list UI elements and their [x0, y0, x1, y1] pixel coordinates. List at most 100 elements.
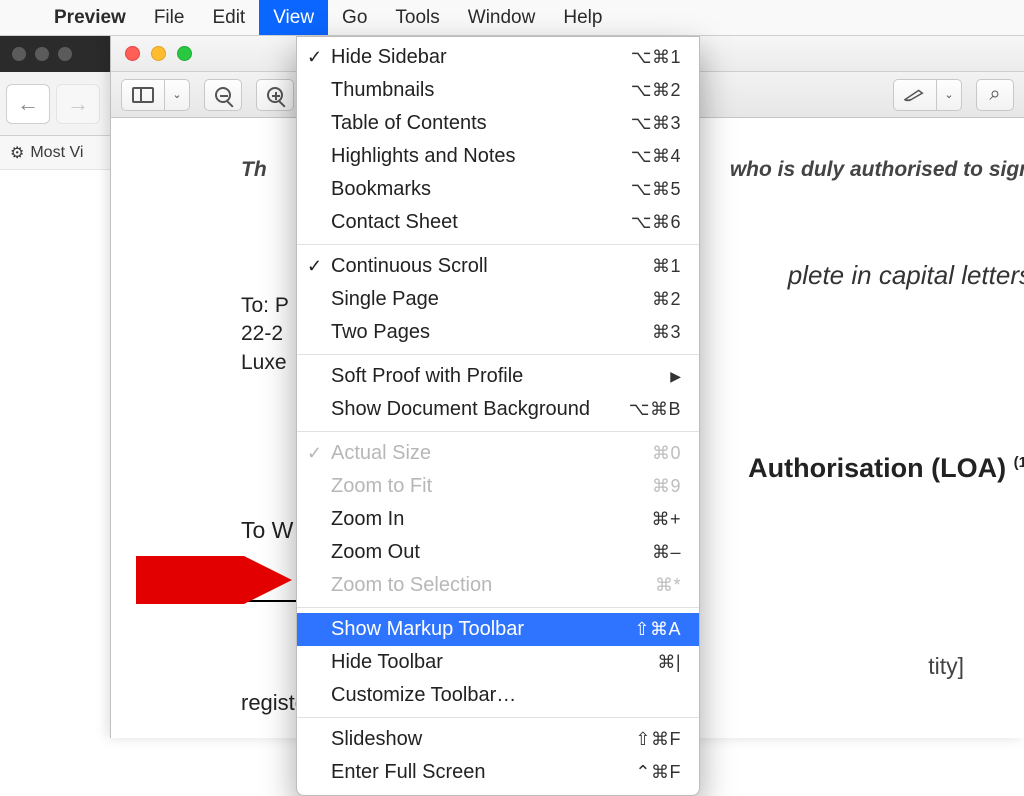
- menu-shortcut: ⌘9: [652, 476, 681, 497]
- minimize-button[interactable]: [151, 46, 166, 61]
- view-menu-dropdown: ✓Hide Sidebar⌥⌘1 Thumbnails ⌥⌘2 Table of Co…: [296, 36, 700, 796]
- menu-item-bookmarks[interactable]: Bookmarks ⌥⌘5: [297, 173, 699, 206]
- menu-item-label: Bookmarks: [331, 178, 431, 201]
- menu-item-label: Zoom to Fit: [331, 475, 432, 498]
- menu-item-label: Soft Proof with Profile: [331, 365, 523, 388]
- markup-button[interactable]: ⌄: [893, 79, 962, 111]
- menu-item-zin[interactable]: Zoom In ⌘+: [297, 503, 699, 536]
- menu-shortcut: ⌥⌘B: [629, 399, 681, 420]
- back-button[interactable]: ←: [6, 84, 50, 124]
- menu-item-label: Zoom Out: [331, 541, 420, 564]
- menu-item-label: Zoom In: [331, 508, 404, 531]
- menu-shortcut: ⌥⌘5: [631, 179, 681, 200]
- doc-text: who is duly authorised to sign: [730, 158, 1024, 182]
- menu-item-single[interactable]: Single Page ⌘2: [297, 283, 699, 316]
- traffic-dot: [12, 47, 26, 61]
- menu-go[interactable]: Go: [328, 0, 381, 35]
- menu-shortcut: ⌘1: [652, 256, 681, 277]
- gear-icon[interactable]: ⚙︎: [10, 143, 24, 163]
- menu-view[interactable]: View: [259, 0, 328, 35]
- pen-icon: [904, 88, 926, 102]
- traffic-dot: [35, 47, 49, 61]
- menu-item-softproof[interactable]: Soft Proof with Profile ▶: [297, 360, 699, 393]
- menu-item-slide[interactable]: Slideshow⇧⌘F: [297, 723, 699, 756]
- arrow-right-icon: →: [67, 91, 89, 117]
- menu-file[interactable]: File: [140, 0, 199, 35]
- magnifier-minus-icon: [215, 87, 231, 103]
- doc-text: tity]: [928, 653, 964, 680]
- menu-shortcut: ⌘2: [652, 289, 681, 310]
- menu-item-full[interactable]: Enter Full Screen ⌃⌘F: [297, 756, 699, 789]
- menu-shortcut: ⌘+: [651, 509, 681, 530]
- menu-shortcut: ⌘|: [657, 652, 681, 673]
- forward-button[interactable]: →: [56, 84, 100, 124]
- menu-shortcut: ⌥⌘4: [631, 146, 681, 167]
- menu-item-label: Zoom to Selection: [331, 574, 492, 597]
- menu-item-label: Continuous Scroll: [331, 255, 488, 278]
- menu-item-highlights[interactable]: Highlights and Notes ⌥⌘4: [297, 140, 699, 173]
- doc-text: plete in capital letters: [788, 260, 1024, 291]
- sidebar-icon: [132, 87, 154, 103]
- search-icon: ⌕: [989, 83, 1000, 106]
- menu-item-custtb[interactable]: Customize Toolbar…: [297, 679, 699, 712]
- menu-item-toc[interactable]: Table of Contents⌥⌘3: [297, 107, 699, 140]
- menu-item-hide_sidebar[interactable]: ✓Hide Sidebar⌥⌘1: [297, 41, 699, 74]
- menu-item-contact[interactable]: Contact Sheet⌥⌘6: [297, 206, 699, 239]
- doc-heading: Authorisation (LOA) (1): [748, 453, 1024, 484]
- menu-shortcut: ⌥⌘3: [631, 113, 681, 134]
- menu-item-actual: ✓Actual Size⌘0: [297, 437, 699, 470]
- menu-item-zsel: Zoom to Selection ⌘*: [297, 569, 699, 602]
- menu-item-zout[interactable]: Zoom Out ⌘–: [297, 536, 699, 569]
- menu-shortcut: ⇧⌘F: [635, 729, 681, 750]
- traffic-lights: [111, 46, 192, 61]
- background-window: ← → ⚙︎ Most Vi: [0, 36, 110, 738]
- menu-help[interactable]: Help: [549, 0, 616, 35]
- menu-item-thumbnails[interactable]: Thumbnails ⌥⌘2: [297, 74, 699, 107]
- submenu-arrow-icon: ▶: [670, 368, 681, 385]
- bookmark-item[interactable]: Most Vi: [30, 144, 83, 162]
- mac-menubar: Preview File Edit View Go Tools Window H…: [0, 0, 1024, 36]
- menu-shortcut: ⌘–: [652, 542, 681, 563]
- zoom-out-button[interactable]: [204, 79, 242, 111]
- menu-shortcut: ⌘3: [652, 322, 681, 343]
- menu-item-cont_scroll[interactable]: ✓ Continuous Scroll ⌘1: [297, 250, 699, 283]
- menu-window[interactable]: Window: [454, 0, 550, 35]
- menu-tools[interactable]: Tools: [381, 0, 453, 35]
- menu-shortcut: ⇧⌘A: [634, 619, 681, 640]
- bookmarks-bar: ⚙︎ Most Vi: [0, 136, 110, 170]
- menu-shortcut: ⌘*: [655, 575, 681, 596]
- background-toolbar: ← →: [0, 72, 110, 136]
- menu-item-label: Hide Toolbar: [331, 651, 443, 674]
- annotation-arrow: [136, 556, 296, 604]
- menu-item-label: Show Document Background: [331, 398, 590, 421]
- close-button[interactable]: [125, 46, 140, 61]
- background-titlebar: [0, 36, 110, 72]
- menu-shortcut: ⌥⌘1: [631, 47, 681, 68]
- menu-item-label: Customize Toolbar…: [331, 684, 516, 707]
- menu-item-label: Thumbnails: [331, 79, 434, 102]
- menu-item-docbg[interactable]: Show Document Background ⌥⌘B: [297, 393, 699, 426]
- menu-edit[interactable]: Edit: [198, 0, 259, 35]
- menu-item-label: Two Pages: [331, 321, 430, 344]
- sidebar-toggle[interactable]: ⌄: [121, 79, 190, 111]
- menu-shortcut: ⌥⌘2: [631, 80, 681, 101]
- menu-item-hidetb[interactable]: Hide Toolbar ⌘|: [297, 646, 699, 679]
- menu-app[interactable]: Preview: [40, 0, 140, 35]
- menu-item-label: Contact Sheet: [331, 211, 458, 234]
- menu-shortcut: ⌃⌘F: [635, 762, 681, 783]
- menu-item-two[interactable]: Two Pages ⌘3: [297, 316, 699, 349]
- zoom-in-button[interactable]: [256, 79, 294, 111]
- menu-item-label: Single Page: [331, 288, 439, 311]
- menu-item-label: Highlights and Notes: [331, 145, 516, 168]
- traffic-dot: [58, 47, 72, 61]
- doc-text: Th: [241, 158, 267, 181]
- check-icon: ✓: [307, 47, 322, 68]
- magnifier-plus-icon: [267, 87, 283, 103]
- search-button[interactable]: ⌕: [976, 79, 1014, 111]
- check-icon: ✓: [307, 256, 322, 277]
- fullscreen-button[interactable]: [177, 46, 192, 61]
- check-icon: ✓: [307, 443, 322, 464]
- arrow-left-icon: ←: [17, 91, 39, 117]
- menu-item-markup[interactable]: Show Markup Toolbar⇧⌘A: [297, 613, 699, 646]
- menu-item-label: Enter Full Screen: [331, 761, 486, 784]
